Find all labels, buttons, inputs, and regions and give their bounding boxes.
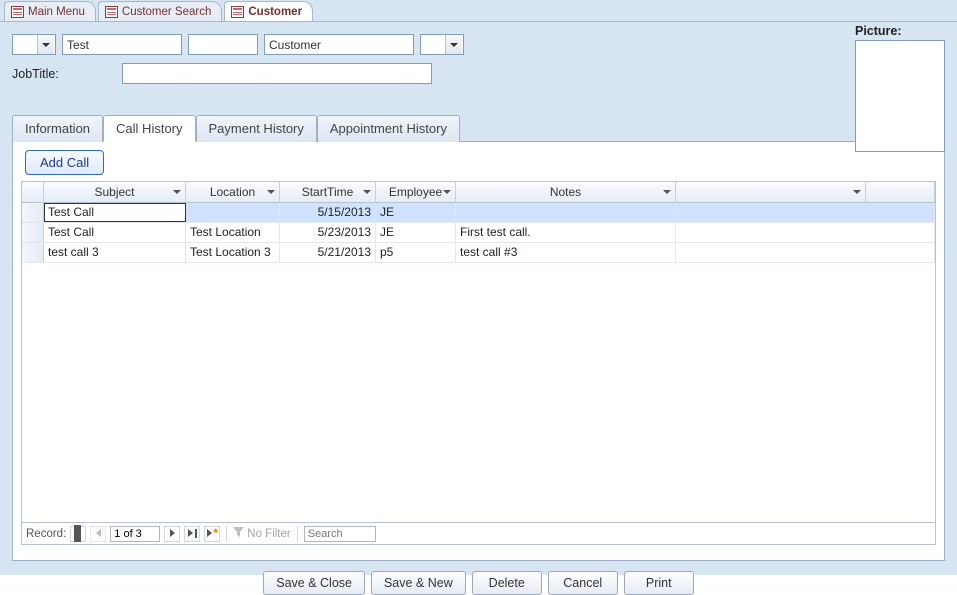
sort-icon bbox=[173, 190, 181, 194]
sort-icon bbox=[363, 190, 371, 194]
col-header-label: Employee bbox=[389, 185, 442, 199]
row-selector[interactable] bbox=[22, 243, 44, 262]
col-header-blank[interactable] bbox=[866, 182, 935, 202]
form-icon bbox=[231, 6, 244, 18]
suffix-combo[interactable] bbox=[420, 34, 464, 55]
picture-label: Picture: bbox=[855, 24, 945, 38]
cell-employee[interactable]: JE bbox=[376, 223, 456, 242]
suffix-input[interactable] bbox=[421, 35, 445, 54]
add-call-button[interactable]: Add Call bbox=[25, 150, 104, 175]
nav-first-button[interactable] bbox=[70, 526, 86, 542]
doc-tab-label: Main Menu bbox=[28, 6, 85, 18]
detail-tabs: Information Call History Payment History… bbox=[12, 114, 945, 561]
cell-starttime[interactable]: 5/15/2013 bbox=[280, 203, 376, 222]
cell-notes[interactable]: test call #3 bbox=[456, 243, 676, 262]
first-name-field[interactable]: Test bbox=[62, 34, 182, 55]
calls-datasheet: Subject Location StartTime Employee Note… bbox=[21, 181, 936, 523]
document-tab-strip: Main Menu Customer Search Customer bbox=[0, 0, 957, 22]
doc-tab-label: Customer Search bbox=[122, 6, 211, 18]
middle-name-field[interactable] bbox=[188, 34, 258, 55]
cell-subject[interactable]: Test Call bbox=[44, 203, 186, 222]
tab-information[interactable]: Information bbox=[12, 115, 103, 142]
picture-section: Picture: bbox=[855, 24, 945, 152]
col-header-blank[interactable] bbox=[676, 182, 866, 202]
doc-tab-customer-search[interactable]: Customer Search bbox=[98, 1, 222, 21]
cell-starttime[interactable]: 5/23/2013 bbox=[280, 223, 376, 242]
row-selector[interactable] bbox=[22, 203, 44, 222]
table-row[interactable]: test call 3 Test Location 3 5/21/2013 p5… bbox=[22, 243, 935, 263]
col-header-label: Location bbox=[210, 185, 255, 199]
doc-tab-label: Customer bbox=[248, 6, 302, 18]
datasheet-rows: Test Call 5/15/2013 JE Test Call Test Lo… bbox=[22, 203, 935, 263]
prefix-combo[interactable] bbox=[12, 34, 56, 55]
funnel-icon bbox=[233, 527, 244, 541]
tab-payment-history[interactable]: Payment History bbox=[196, 115, 317, 142]
sort-icon bbox=[663, 190, 671, 194]
prefix-input[interactable] bbox=[13, 35, 37, 54]
last-name-value: Customer bbox=[269, 38, 321, 52]
dropdown-icon[interactable] bbox=[37, 35, 54, 54]
nav-new-button[interactable] bbox=[204, 526, 220, 542]
col-header-label: StartTime bbox=[302, 185, 354, 199]
select-all-corner[interactable] bbox=[22, 182, 44, 202]
cell-subject[interactable]: Test Call bbox=[44, 223, 186, 242]
table-row[interactable]: Test Call Test Location 5/23/2013 JE Fir… bbox=[22, 223, 935, 243]
cell-location[interactable] bbox=[186, 203, 280, 222]
col-header-starttime[interactable]: StartTime bbox=[280, 182, 376, 202]
last-name-field[interactable]: Customer bbox=[264, 34, 414, 55]
col-header-notes[interactable]: Notes bbox=[456, 182, 676, 202]
doc-tab-customer[interactable]: Customer bbox=[224, 1, 313, 21]
form-icon bbox=[11, 6, 24, 18]
sort-icon bbox=[267, 190, 275, 194]
cell-employee[interactable]: JE bbox=[376, 203, 456, 222]
table-row[interactable]: Test Call 5/15/2013 JE bbox=[22, 203, 935, 223]
dropdown-icon[interactable] bbox=[445, 35, 462, 54]
cell-subject[interactable]: test call 3 bbox=[44, 243, 186, 262]
picture-frame[interactable] bbox=[855, 40, 945, 152]
nav-next-button[interactable] bbox=[164, 526, 180, 542]
tab-appointment-history[interactable]: Appointment History bbox=[317, 115, 460, 142]
nav-last-button[interactable] bbox=[184, 526, 200, 542]
detail-tabstrip: Information Call History Payment History… bbox=[12, 114, 945, 141]
filter-text: No Filter bbox=[247, 528, 290, 540]
cell-notes[interactable]: First test call. bbox=[456, 223, 676, 242]
cell-location[interactable]: Test Location bbox=[186, 223, 280, 242]
col-header-employee[interactable]: Employee bbox=[376, 182, 456, 202]
cell-blank[interactable] bbox=[676, 203, 935, 222]
filter-indicator[interactable]: No Filter bbox=[233, 527, 290, 541]
separator bbox=[297, 526, 298, 542]
sort-icon bbox=[853, 190, 861, 194]
col-header-label: Subject bbox=[94, 185, 134, 199]
record-label: Record: bbox=[26, 528, 66, 540]
record-navigator: Record: No Filter bbox=[21, 523, 936, 545]
cell-starttime[interactable]: 5/21/2013 bbox=[280, 243, 376, 262]
cell-blank[interactable] bbox=[676, 243, 935, 262]
col-header-location[interactable]: Location bbox=[186, 182, 280, 202]
datasheet-header: Subject Location StartTime Employee Note… bbox=[22, 182, 935, 203]
doc-tab-main-menu[interactable]: Main Menu bbox=[4, 1, 96, 21]
jobtitle-field[interactable] bbox=[122, 63, 432, 84]
cell-notes[interactable] bbox=[456, 203, 676, 222]
jobtitle-row: JobTitle: bbox=[12, 63, 945, 84]
name-row: Test Customer bbox=[12, 34, 945, 55]
cell-blank[interactable] bbox=[676, 223, 935, 242]
form-icon bbox=[105, 6, 118, 18]
record-position-input[interactable] bbox=[110, 526, 160, 542]
tab-call-history[interactable]: Call History bbox=[103, 115, 195, 142]
col-header-subject[interactable]: Subject bbox=[44, 182, 186, 202]
tab-body-call-history: Add Call Subject Location StartTime Empl… bbox=[12, 141, 945, 561]
jobtitle-label: JobTitle: bbox=[12, 67, 59, 81]
customer-form: Picture: Test Customer JobTitle: Informa… bbox=[0, 22, 957, 575]
nav-prev-button[interactable] bbox=[90, 526, 106, 542]
first-name-value: Test bbox=[67, 38, 89, 52]
sort-icon bbox=[443, 190, 451, 194]
datasheet-search-input[interactable] bbox=[304, 526, 376, 542]
cell-employee[interactable]: p5 bbox=[376, 243, 456, 262]
col-header-label: Notes bbox=[550, 185, 581, 199]
row-selector[interactable] bbox=[22, 223, 44, 242]
cell-location[interactable]: Test Location 3 bbox=[186, 243, 280, 262]
separator bbox=[226, 526, 227, 542]
